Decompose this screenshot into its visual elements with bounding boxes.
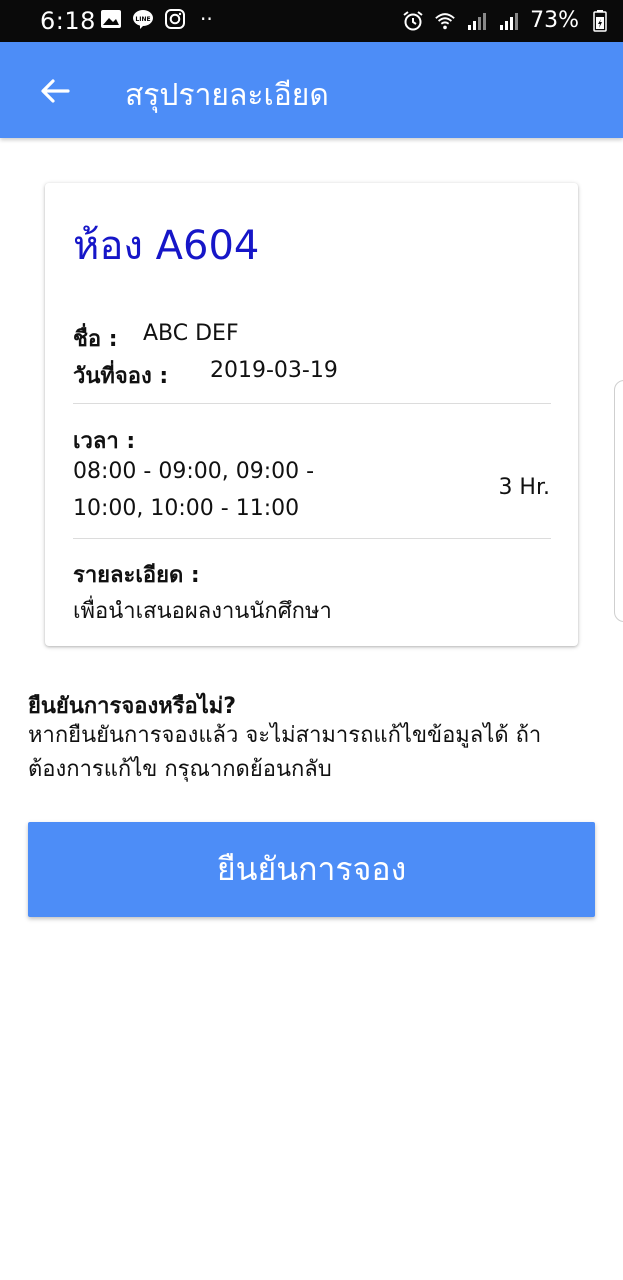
image-icon: [101, 10, 121, 28]
system-icons: 73%: [402, 8, 611, 33]
line-icon: LINE: [133, 10, 153, 29]
battery-icon: [593, 9, 607, 32]
signal-icon: [500, 12, 519, 30]
date-row: วันที่จอง : 2019-03-19: [73, 358, 338, 393]
date-label: วันที่จอง :: [73, 364, 169, 389]
wifi-icon: [435, 12, 455, 29]
divider: [73, 403, 551, 404]
page-title: สรุปรายละเอียด: [125, 78, 329, 113]
status-time: 6:18: [40, 7, 96, 35]
duration: 3 Hr.: [498, 475, 550, 500]
room-title: ห้อง A604: [73, 223, 260, 269]
confirm-message: หากยืนยันการจองแล้ว จะไม่สามารถแก้ไขข้อม…: [28, 723, 542, 782]
battery-percent: 73%: [530, 8, 579, 33]
svg-text:LINE: LINE: [135, 16, 150, 23]
date-value: 2019-03-19: [210, 358, 338, 383]
signal-icon: [468, 12, 487, 30]
time-slots: 08:00 - 09:00, 09:00 - 10:00, 10:00 - 11…: [73, 459, 315, 521]
edge-panel-handle[interactable]: [614, 380, 623, 622]
name-row: ชื่อ : ABC DEF: [73, 321, 239, 356]
notification-icons: LINE ··: [100, 8, 213, 30]
name-label: ชื่อ :: [73, 327, 118, 352]
back-arrow-icon[interactable]: [38, 74, 72, 108]
instagram-icon: [165, 9, 185, 29]
app-bar: สรุปรายละเอียด: [0, 42, 623, 138]
status-bar: 6:18 LINE ·· 73%: [0, 0, 623, 42]
booking-summary-card: ห้อง A604 ชื่อ : ABC DEF วันที่จอง : 201…: [45, 183, 578, 646]
divider: [73, 538, 551, 539]
alarm-icon: [403, 10, 423, 30]
detail-label: รายละเอียด :: [73, 563, 200, 588]
detail-value: เพื่อนำเสนอผลงานนักศึกษา: [73, 599, 332, 624]
confirm-booking-button[interactable]: ยืนยันการจอง: [28, 822, 595, 917]
name-value: ABC DEF: [143, 321, 239, 346]
confirm-question: ยืนยันการจองหรือไม่?: [28, 694, 237, 719]
more-dots: ··: [200, 7, 213, 31]
